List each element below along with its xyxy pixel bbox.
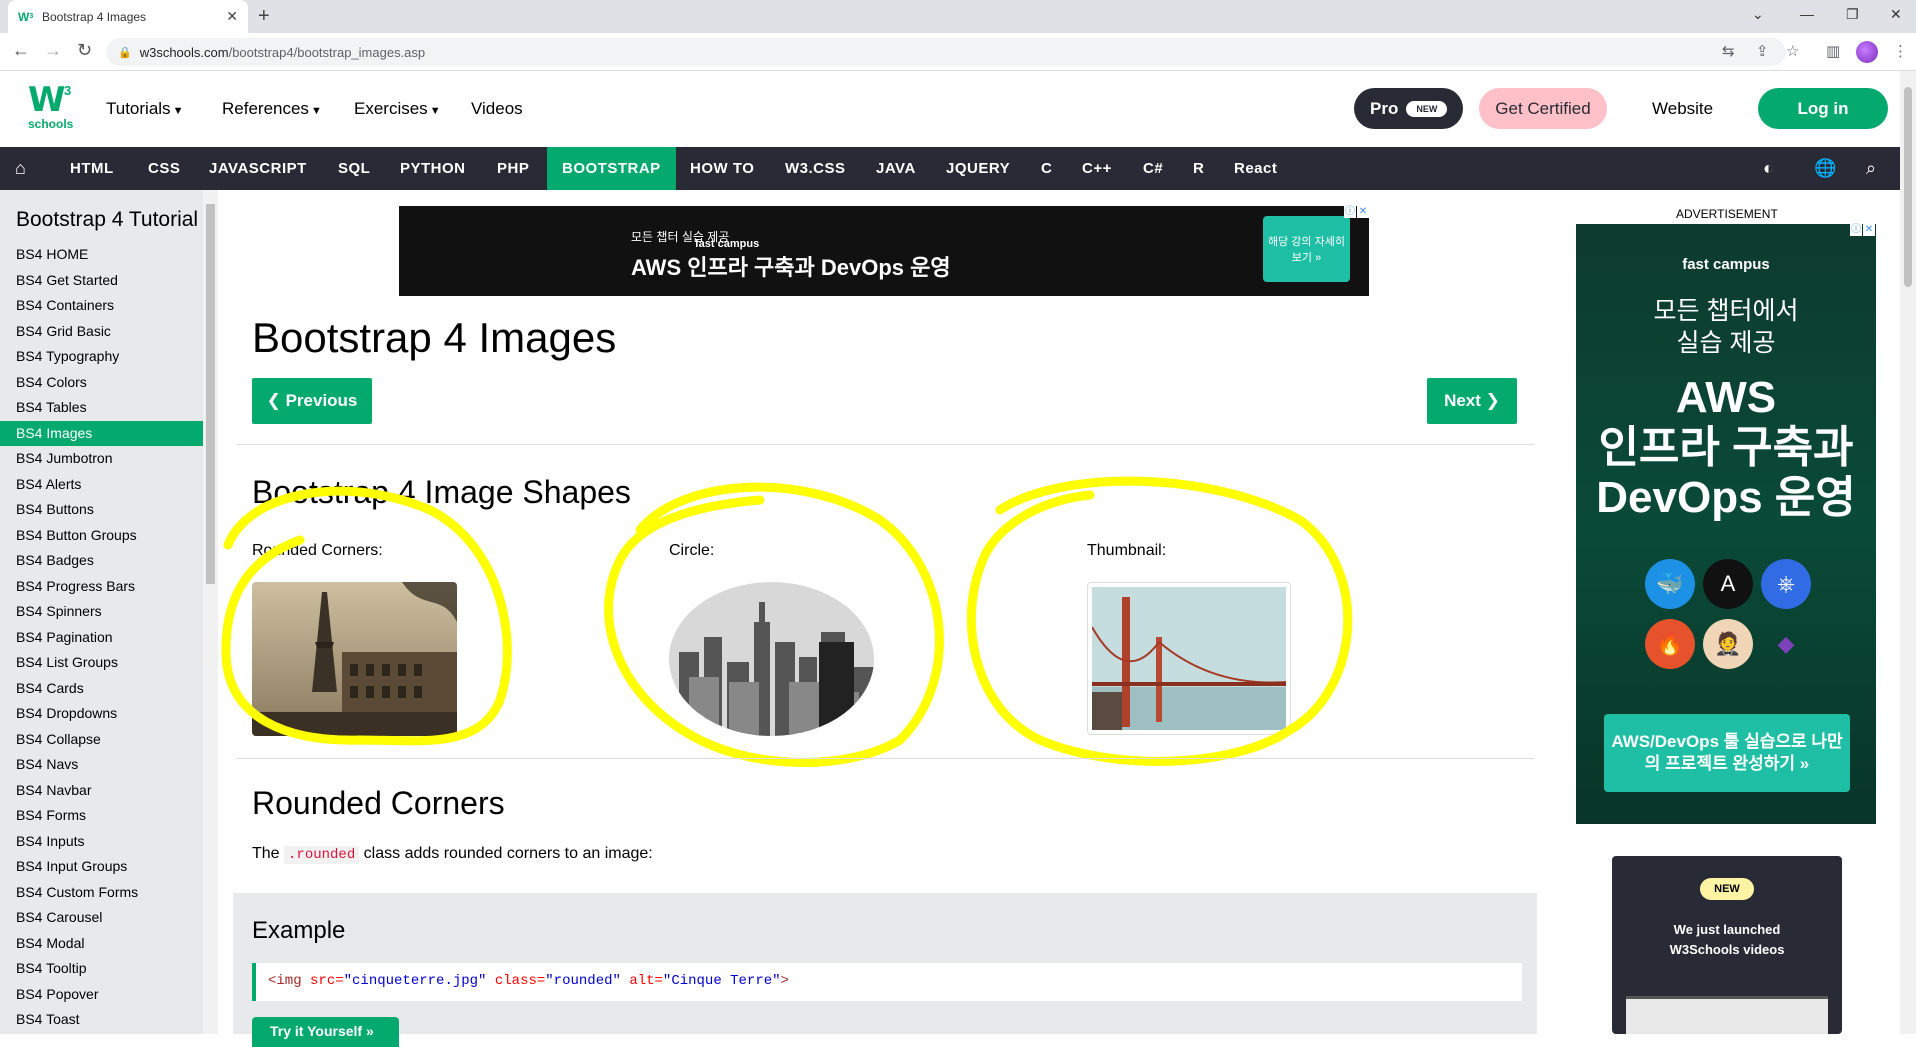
ad-right-cta[interactable]: AWS/DevOps 툴 실습으로 나만의 프로젝트 완성하기 » [1604, 714, 1850, 792]
ad-right-infra: 인프라 구축과 [1598, 423, 1854, 472]
ad-close-icon[interactable]: ✕ [1863, 224, 1875, 236]
code-example: <img src="cinqueterre.jpg" class="rounde… [252, 963, 1522, 1001]
tool-icons: 🐳 A ⎈ 🔥 🤵 ◆ [1638, 554, 1818, 674]
ansible-icon: A [1703, 559, 1753, 609]
example-box: Example <img src="cinqueterre.jpg" class… [233, 893, 1537, 1047]
prometheus-icon: 🔥 [1645, 619, 1695, 669]
ad-right-line1b: 실습 제공 [1676, 329, 1776, 357]
para-after: class adds rounded corners to an image: [359, 845, 653, 862]
para-before: The [252, 845, 285, 862]
terraform-icon: ◆ [1777, 631, 1795, 656]
video-thumbnail [1626, 996, 1828, 1034]
videos-promo-line1: We just launched [1673, 922, 1781, 937]
code-attr-src: src= [310, 973, 344, 989]
highlight-circle-rounded [221, 486, 512, 746]
docker-icon: 🐳 [1645, 559, 1695, 609]
jenkins-icon: 🤵 [1703, 619, 1753, 669]
videos-promo-text: We just launched W3Schools videos [1612, 920, 1842, 960]
try-it-yourself-button[interactable]: Try it Yourself » [252, 1017, 399, 1047]
ad-right-headline: AWS 인프라 구축과 DevOps 운영 [1576, 373, 1876, 523]
rounded-corners-heading: Rounded Corners [252, 785, 505, 821]
page-scrollbar[interactable] [1900, 71, 1916, 1034]
code-val-src: "cinqueterre.jpg" [343, 973, 487, 989]
advertisement-label: ADVERTISEMENT [1676, 207, 1778, 221]
ad-right-devops: DevOps 운영 [1596, 473, 1856, 522]
adchoices-icon[interactable]: ⓘ [1850, 224, 1862, 236]
code-tag-open: <img [268, 973, 311, 989]
right-advertisement[interactable]: ⓘ ✕ fast campus 모든 챕터에서실습 제공 AWS 인프라 구축과 D… [1576, 224, 1876, 824]
code-attr-alt: alt= [629, 973, 663, 989]
rounded-description: The .rounded class adds rounded corners … [252, 845, 653, 864]
page-scrollbar-thumb[interactable] [1904, 87, 1912, 287]
divider [236, 758, 1534, 759]
ad-right-line1: 모든 챕터에서실습 제공 [1576, 295, 1876, 359]
videos-promo-card[interactable]: NEW We just launched W3Schools videos [1612, 856, 1842, 1034]
ad-right-aws: AWS [1675, 373, 1777, 422]
kubernetes-icon: ⎈ [1761, 559, 1811, 609]
videos-promo-line2: W3Schools videos [1669, 942, 1785, 957]
code-val-alt: "Cinque Terre" [662, 973, 781, 989]
ad-right-line1a: 모든 챕터에서 [1653, 297, 1799, 325]
code-val-class: "rounded" [545, 973, 621, 989]
new-badge: NEW [1700, 878, 1754, 900]
example-heading: Example [252, 917, 346, 944]
fastcampus-logo: fast campus [1682, 256, 1770, 273]
rounded-class-code: .rounded [284, 846, 360, 864]
highlight-circle-circle [604, 482, 944, 767]
highlight-circle-thumbnail [966, 476, 1353, 766]
code-tag-close: > [780, 973, 789, 989]
code-attr-class: class= [494, 973, 546, 989]
